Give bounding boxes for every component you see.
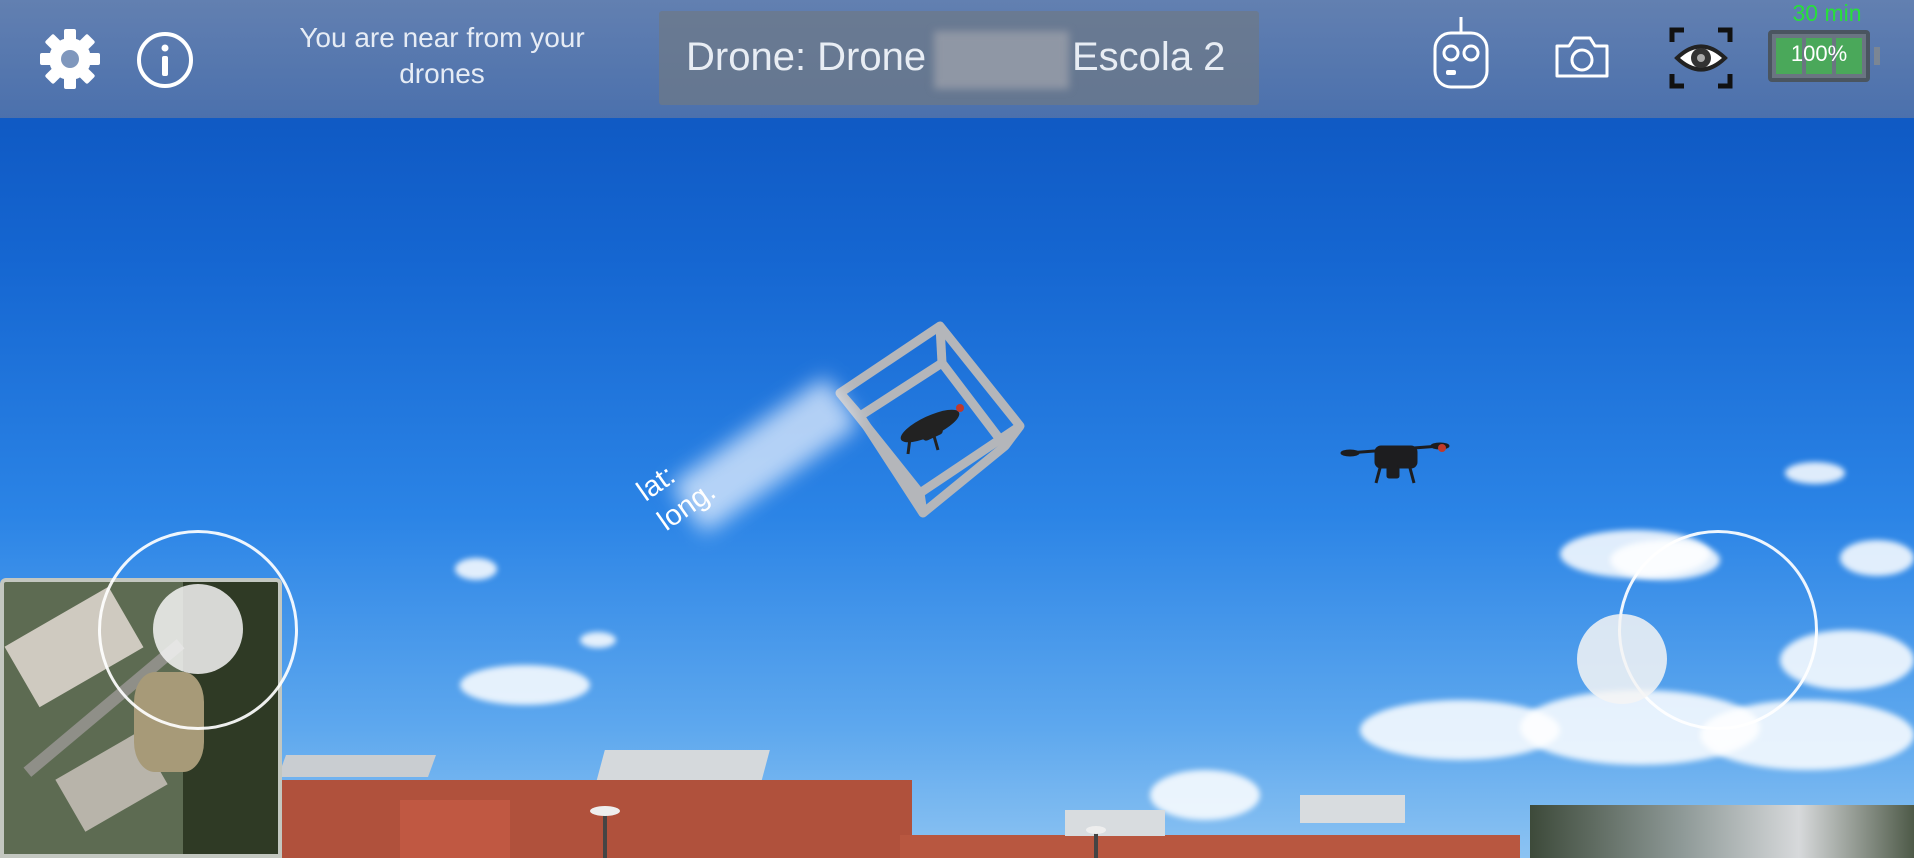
camera-feed: lat: long. [0, 0, 1914, 858]
drone-name-redacted [934, 31, 1069, 89]
top-bar: You are near from your drones Drone: Dro… [0, 0, 1914, 118]
camera-icon[interactable] [1552, 32, 1612, 82]
cloud [1785, 462, 1845, 484]
ar-target-cube[interactable] [830, 318, 1030, 523]
building-wall [282, 780, 912, 858]
flight-time-remaining: 30 min [1792, 0, 1862, 26]
gear-icon[interactable] [38, 27, 102, 91]
tracked-drone [900, 404, 964, 455]
drone-title: Drone: Drone [686, 35, 927, 79]
building-roof [1065, 810, 1165, 836]
cloud [460, 665, 590, 705]
cloud [1840, 540, 1914, 576]
battery-indicator: 100% [1768, 30, 1870, 82]
street-lamp [1094, 830, 1098, 858]
eye-view-icon[interactable] [1668, 26, 1734, 90]
distant-town [1530, 805, 1914, 858]
remote-controller-icon[interactable] [1428, 14, 1494, 90]
drone-selector[interactable]: Drone: Drone Escola 2 [659, 11, 1259, 105]
drone-title-suffix: Escola 2 [1072, 35, 1226, 79]
street-lamp [603, 812, 607, 858]
cloud [1150, 770, 1260, 820]
building-wall [900, 835, 1520, 858]
battery-percent: 100% [1790, 41, 1848, 66]
info-icon[interactable] [135, 30, 195, 90]
building-roof [1300, 795, 1405, 823]
cloud [455, 558, 497, 580]
proximity-status: You are near from your drones [299, 22, 585, 89]
building-wall [400, 800, 510, 858]
second-drone[interactable] [1340, 428, 1450, 493]
cloud [580, 632, 616, 648]
battery-cap [1874, 47, 1880, 65]
street-lamp-head [590, 806, 620, 816]
right-joystick-knob[interactable] [1577, 614, 1667, 704]
street-lamp-head [1086, 826, 1106, 834]
left-joystick-knob[interactable] [153, 584, 243, 674]
building-roof [277, 755, 437, 777]
